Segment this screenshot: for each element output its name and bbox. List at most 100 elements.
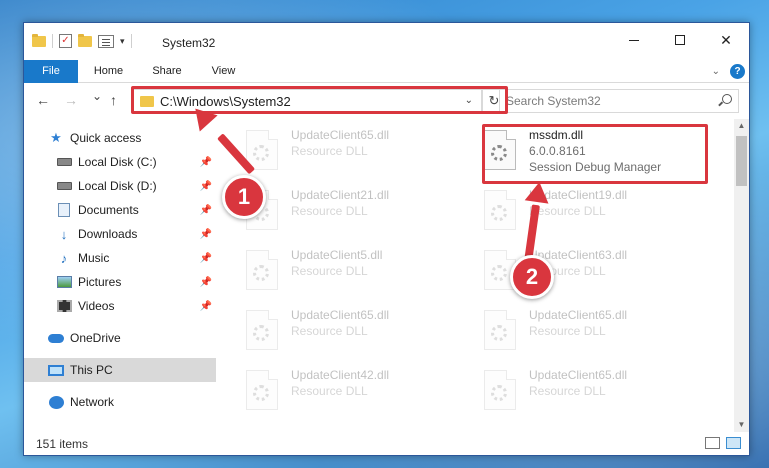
pin-icon[interactable]: 📌 (200, 253, 212, 264)
window-title: System32 (162, 36, 216, 50)
details-view-icon[interactable] (705, 437, 720, 449)
sidebar-item-downloads[interactable]: ↓ Downloads 📌 (24, 222, 216, 246)
item-count: 151 items (36, 437, 89, 451)
sidebar-item-music[interactable]: ♪ Music 📌 (24, 246, 216, 270)
file-item[interactable]: UpdateClient21.dll Resource DLL (246, 188, 476, 240)
file-item[interactable]: UpdateClient65.dll Resource DLL (246, 308, 476, 360)
dll-file-icon (246, 310, 278, 350)
tab-share[interactable]: Share (142, 60, 192, 83)
sidebar-item-label: Network (70, 395, 115, 409)
file-item[interactable]: UpdateClient5.dll Resource DLL (246, 248, 476, 300)
dll-file-icon (246, 250, 278, 290)
file-type: Resource DLL (529, 204, 606, 218)
file-item[interactable]: UpdateClient65.dll Resource DLL (484, 308, 714, 360)
music-icon: ♪ (60, 250, 68, 266)
ribbon-right-controls: ⌄ ? (712, 64, 745, 79)
properties-icon[interactable] (98, 34, 114, 48)
sidebar-item-label: Videos (78, 299, 115, 313)
sidebar-item-local-disk-d[interactable]: Local Disk (D:) 📌 (24, 174, 216, 198)
scrollbar-thumb[interactable] (736, 136, 747, 186)
sidebar-item-label: OneDrive (70, 331, 121, 345)
title-bar: ✓ ▾ System32 ✕ (24, 23, 749, 57)
downloads-icon: ↓ (60, 226, 68, 242)
sidebar-item-videos[interactable]: Videos 📌 (24, 294, 216, 318)
sidebar-item-quick-access[interactable]: ★ Quick access (24, 126, 216, 150)
sidebar-item-label: Documents (78, 203, 139, 217)
minimize-button[interactable] (611, 23, 657, 57)
toolbar-divider (52, 34, 53, 48)
sidebar-item-onedrive[interactable]: OneDrive (24, 326, 216, 350)
file-type: Resource DLL (291, 204, 368, 218)
file-item[interactable]: UpdateClient42.dll Resource DLL (246, 368, 476, 420)
file-explorer-window: ✓ ▾ System32 ✕ File Home Share View ⌄ ? … (23, 22, 750, 456)
sidebar-item-pictures[interactable]: Pictures 📌 (24, 270, 216, 294)
file-name: UpdateClient21.dll (291, 188, 390, 202)
star-icon: ★ (50, 130, 62, 145)
maximize-button[interactable] (657, 23, 703, 57)
large-icons-view-icon[interactable] (726, 437, 741, 449)
properties-check-icon[interactable]: ✓ (59, 34, 72, 48)
new-folder-icon[interactable] (78, 33, 92, 47)
file-item[interactable]: UpdateClient19.dll Resource DLL (484, 188, 714, 240)
sidebar-item-label: Pictures (78, 275, 122, 289)
maximize-icon (675, 35, 685, 45)
tab-home[interactable]: Home (86, 60, 131, 83)
pin-icon[interactable]: 📌 (200, 181, 212, 192)
sidebar-item-label: Local Disk (D:) (78, 179, 157, 193)
file-item[interactable]: UpdateClient65.dll Resource DLL (484, 368, 714, 420)
sidebar-item-label: Downloads (78, 227, 138, 241)
file-type: Resource DLL (291, 144, 368, 158)
sidebar-item-label: This PC (70, 363, 113, 377)
close-button[interactable]: ✕ (703, 23, 749, 57)
file-type: Resource DLL (291, 384, 368, 398)
tab-view[interactable]: View (201, 60, 246, 83)
view-toggle (705, 437, 741, 449)
tab-file[interactable]: File (24, 60, 78, 83)
help-icon[interactable]: ? (730, 64, 745, 79)
sidebar-item-local-disk-c[interactable]: Local Disk (C:) 📌 (24, 150, 216, 174)
expand-ribbon-chevron-icon[interactable]: ⌄ (712, 66, 720, 77)
sidebar-item-network[interactable]: Network (24, 390, 216, 414)
dll-file-icon (484, 310, 516, 350)
pin-icon[interactable]: 📌 (200, 229, 212, 240)
pin-icon[interactable]: 📌 (200, 205, 212, 216)
sidebar-item-label: Music (78, 251, 110, 265)
file-name: UpdateClient65.dll (529, 308, 628, 322)
up-arrow-icon[interactable]: ↑ (110, 92, 117, 108)
file-type: Resource DLL (291, 324, 368, 338)
pin-icon[interactable]: 📌 (200, 277, 212, 288)
pictures-icon (56, 275, 72, 289)
file-name: UpdateClient65.dll (529, 368, 628, 382)
callout-arrow-head-2 (524, 180, 552, 204)
folder-icon (32, 33, 46, 47)
scroll-up-arrow-icon[interactable]: ▲ (734, 119, 749, 133)
close-icon: ✕ (720, 31, 732, 48)
vertical-scrollbar[interactable]: ▲ ▼ (734, 119, 749, 432)
file-item[interactable]: UpdateClient65.dll Resource DLL (246, 128, 476, 180)
quick-access-toolbar: ✓ ▾ (32, 33, 132, 48)
status-bar: 151 items (24, 433, 749, 455)
sidebar-item-label: Local Disk (C:) (78, 155, 157, 169)
navigation-pane: ★ Quick access Local Disk (C:) 📌 Local D… (24, 123, 216, 433)
step-badge-2: 2 (510, 255, 554, 299)
videos-icon (56, 299, 72, 313)
sidebar-item-documents[interactable]: Documents 📌 (24, 198, 216, 222)
file-type: Resource DLL (529, 384, 606, 398)
scroll-down-arrow-icon[interactable]: ▼ (734, 418, 749, 432)
disk-icon (56, 179, 72, 193)
search-input[interactable]: Search System32 (499, 89, 739, 113)
file-type: Resource DLL (291, 264, 368, 278)
address-highlight-box (131, 86, 508, 114)
dll-file-icon (484, 370, 516, 410)
pin-icon[interactable]: 📌 (200, 157, 212, 168)
forward-arrow-icon[interactable]: → (64, 92, 78, 108)
recent-locations-chevron-icon[interactable]: ⌄ (92, 89, 102, 103)
back-arrow-icon[interactable]: ← (36, 92, 50, 108)
sidebar-item-this-pc[interactable]: This PC (24, 358, 216, 382)
onedrive-icon (48, 331, 64, 345)
customize-toolbar-chevron-icon[interactable]: ▾ (120, 36, 125, 47)
search-icon[interactable] (722, 94, 732, 104)
file-name: UpdateClient5.dll (291, 248, 383, 262)
pin-icon[interactable]: 📌 (200, 301, 212, 312)
file-type: Resource DLL (529, 324, 606, 338)
